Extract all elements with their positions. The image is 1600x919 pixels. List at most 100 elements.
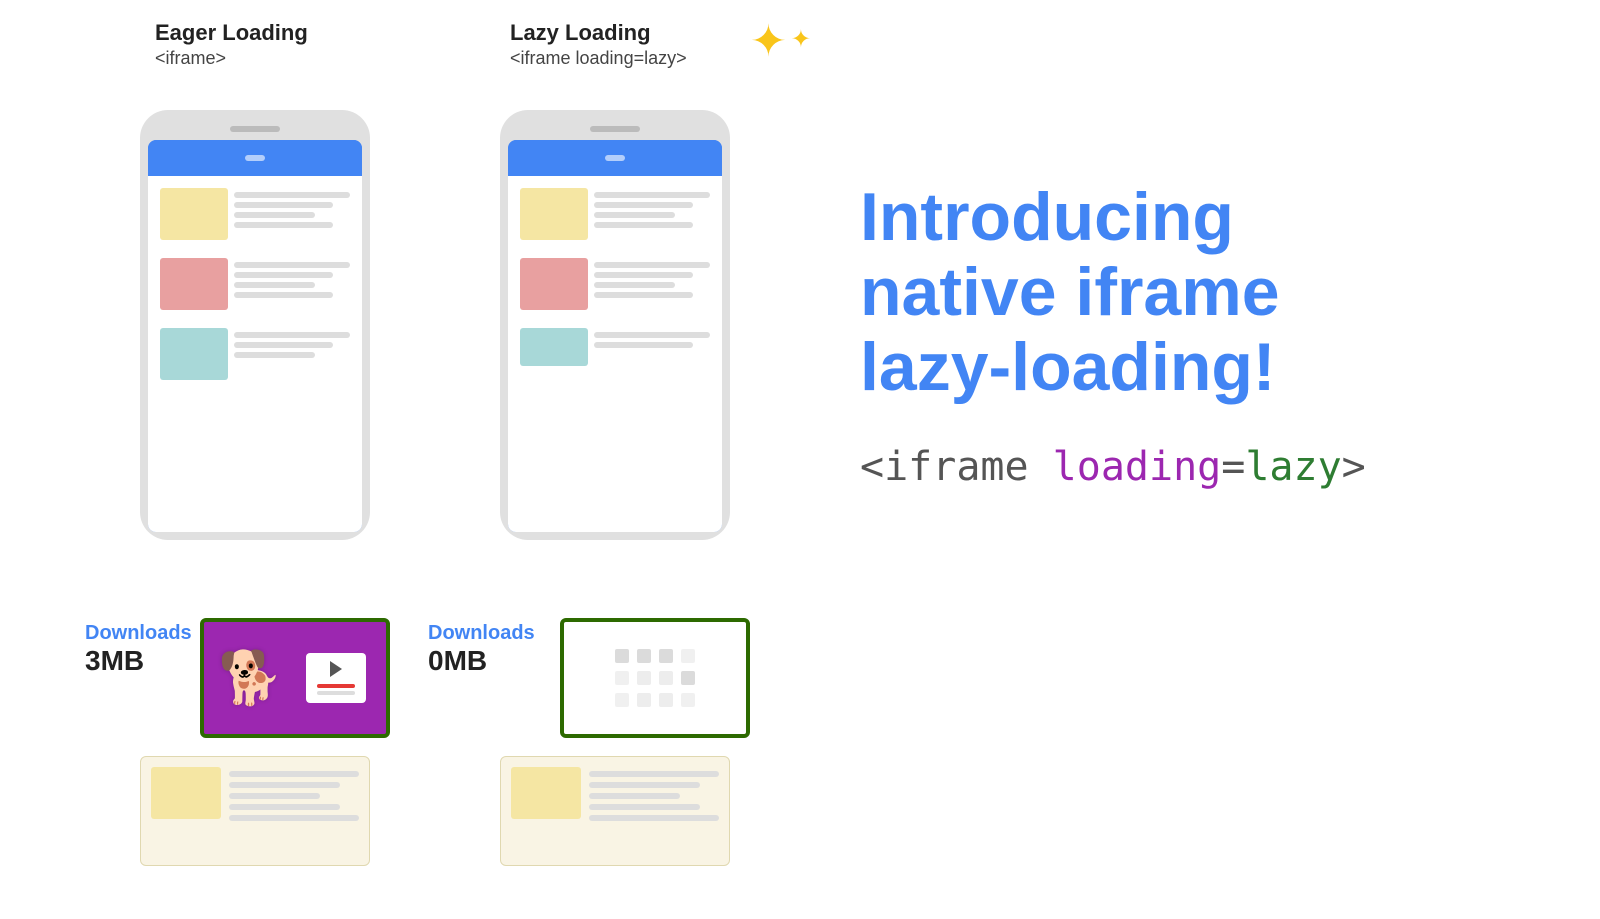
line xyxy=(589,782,700,788)
lazy-bottom-block xyxy=(500,756,730,866)
lazy-content-image-red xyxy=(520,258,588,310)
content-lines-1 xyxy=(234,188,350,228)
lazy-content-lines-3 xyxy=(594,328,710,348)
code-equals: = xyxy=(1221,444,1245,490)
star-big-icon: ✦ xyxy=(750,20,787,64)
lazy-subtitle: <iframe loading=lazy> xyxy=(510,48,687,69)
line xyxy=(594,202,693,208)
content-image-red xyxy=(160,258,228,310)
phone-top-bar-lazy xyxy=(508,140,722,176)
bottom-image-eager xyxy=(151,767,221,819)
line xyxy=(234,272,333,278)
code-part-close: > xyxy=(1342,444,1366,490)
code-part-lazy: lazy xyxy=(1245,444,1341,490)
eager-iframe-thumbnail: 🐕 xyxy=(200,618,390,738)
code-part-iframe: <iframe xyxy=(860,444,1053,490)
lazy-content-image-teal xyxy=(520,328,588,366)
eager-downloads-wrapper: Downloads 3MB xyxy=(85,622,192,677)
content-block-1 xyxy=(154,182,356,246)
spinner-dot xyxy=(659,693,673,707)
line xyxy=(594,212,675,218)
content-image-teal xyxy=(160,328,228,380)
spinner-dot xyxy=(681,671,695,685)
line xyxy=(234,262,350,268)
lazy-downloads-label: Downloads xyxy=(428,622,535,645)
lazy-content-lines-1 xyxy=(594,188,710,228)
line xyxy=(229,782,340,788)
eager-phone xyxy=(140,110,370,540)
spinner-dot xyxy=(615,649,629,663)
code-part-loading: loading xyxy=(1053,444,1222,490)
content-block-3 xyxy=(154,322,356,386)
line xyxy=(234,292,333,298)
eager-phone-wrapper xyxy=(140,110,370,540)
spinner-dot xyxy=(637,671,651,685)
line xyxy=(594,262,710,268)
lazy-content-lines-2 xyxy=(594,258,710,298)
line xyxy=(594,342,693,348)
line xyxy=(234,342,333,348)
spinner-dot xyxy=(637,693,651,707)
spinner-dot xyxy=(681,649,695,663)
main-container: ✦ ✦ Eager Loading <iframe> Lazy Loading … xyxy=(0,0,1600,919)
lazy-content-block-1 xyxy=(514,182,716,246)
eager-title: Eager Loading xyxy=(155,20,308,46)
eager-phone-screen xyxy=(148,140,362,532)
eager-bottom-block-wrapper xyxy=(140,756,370,866)
phone-notch xyxy=(230,126,280,132)
line xyxy=(234,352,315,358)
line xyxy=(229,771,359,777)
spinner-dot xyxy=(637,649,651,663)
line xyxy=(594,222,693,228)
spinner-dot xyxy=(681,693,695,707)
line xyxy=(594,282,675,288)
eager-phone-content xyxy=(148,176,362,532)
video-player-icon xyxy=(306,653,366,703)
phone-top-dot-lazy xyxy=(605,155,625,161)
line xyxy=(594,292,693,298)
lazy-title: Lazy Loading xyxy=(510,20,687,46)
lazy-iframe-thumbnail xyxy=(560,618,750,738)
lazy-phone-wrapper xyxy=(500,110,730,540)
spinner-dot xyxy=(659,649,673,663)
lazy-downloads-amount: 0MB xyxy=(428,645,535,677)
spinner-dot xyxy=(615,693,629,707)
eager-downloads-amount: 3MB xyxy=(85,645,192,677)
lazy-downloads-wrapper: Downloads 0MB xyxy=(428,622,535,677)
line xyxy=(589,793,680,799)
phone-notch-lazy xyxy=(590,126,640,132)
spinner-dot xyxy=(659,671,673,685)
line xyxy=(594,332,710,338)
line xyxy=(589,815,719,821)
bottom-image-lazy xyxy=(511,767,581,819)
lazy-phone-content xyxy=(508,176,722,532)
eager-bottom-block xyxy=(140,756,370,866)
spinner-dot xyxy=(615,671,629,685)
phone-top-bar xyxy=(148,140,362,176)
eager-subtitle: <iframe> xyxy=(155,48,308,69)
line xyxy=(234,222,333,228)
sparkle-area: ✦ ✦ xyxy=(750,20,811,64)
lazy-content-image-yellow xyxy=(520,188,588,240)
play-icon xyxy=(330,661,342,677)
headline-line3: lazy-loading! xyxy=(860,329,1276,405)
lazy-bottom-block-wrapper xyxy=(500,756,730,866)
line xyxy=(234,282,315,288)
content-block-2 xyxy=(154,252,356,316)
video-track xyxy=(317,691,355,695)
lazy-content-block-2 xyxy=(514,252,716,316)
line xyxy=(234,212,315,218)
content-lines-2 xyxy=(234,258,350,298)
lazy-content-block-3 xyxy=(514,322,716,372)
line xyxy=(594,192,710,198)
headline-area: Introducing native iframe lazy-loading! … xyxy=(860,180,1540,490)
headline-text: Introducing native iframe lazy-loading! xyxy=(860,180,1540,404)
phone-top-dot xyxy=(245,155,265,161)
code-display: <iframe loading=lazy> xyxy=(860,444,1540,490)
eager-title-block: Eager Loading <iframe> xyxy=(155,20,308,85)
headline-line2: native iframe xyxy=(860,254,1280,330)
lazy-phone-screen xyxy=(508,140,722,532)
bottom-lines-lazy xyxy=(589,767,719,821)
video-progress-bar xyxy=(317,684,355,688)
lazy-title-block: Lazy Loading <iframe loading=lazy> xyxy=(510,20,687,85)
